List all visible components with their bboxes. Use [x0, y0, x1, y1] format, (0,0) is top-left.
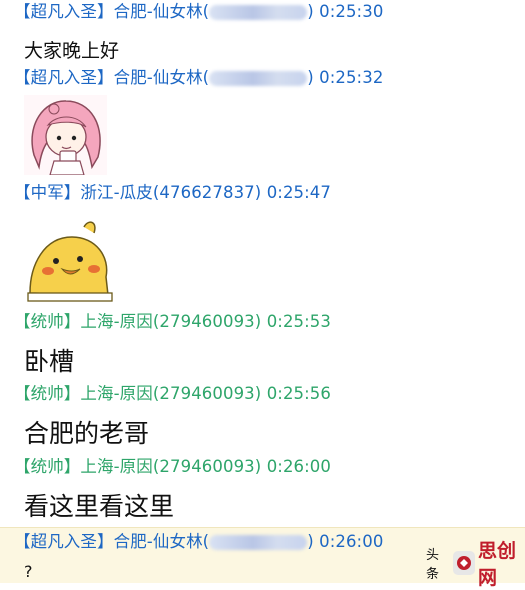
yellow-duck-sticker[interactable] [24, 215, 114, 303]
rank-badge: 【超凡入圣】 [14, 68, 114, 87]
rank-badge: 【统帅】 [14, 384, 81, 403]
sender-name[interactable]: 上海-原因(279460093) [80, 457, 261, 476]
redacted-id [209, 535, 308, 550]
message-text: 卧槽 [24, 347, 75, 376]
message-text: 大家晚上好 [24, 40, 120, 62]
message-header: 【统帅】上海-原因(279460093) 0:25:53 [14, 312, 331, 332]
watermark-source: 头条 [426, 548, 440, 582]
message-header: 【超凡入圣】合肥-仙女林() 0:26:00 [14, 532, 383, 552]
sender-name-end: ) [307, 532, 314, 551]
site-logo-icon [453, 551, 475, 575]
sender-name-end: ) [307, 68, 314, 87]
redacted-id [209, 5, 308, 20]
message-header: 【超凡入圣】合肥-仙女林() 0:25:30 [14, 2, 383, 22]
sender-name-end: ) [307, 2, 314, 21]
sender-name[interactable]: 合肥-仙女林( [114, 532, 210, 551]
rank-badge: 【超凡入圣】 [14, 2, 114, 21]
message-header: 【统帅】上海-原因(279460093) 0:26:00 [14, 457, 331, 477]
rank-badge: 【统帅】 [14, 312, 81, 331]
message-time: 0:26:00 [266, 457, 331, 476]
sender-name[interactable]: 上海-原因(279460093) [80, 312, 261, 331]
chat-log: 【超凡入圣】合肥-仙女林() 0:25:30 大家晚上好 【超凡入圣】合肥-仙女… [0, 0, 525, 589]
watermark: 头条 思创网 [426, 540, 525, 589]
pink-hair-girl-sticker[interactable] [24, 95, 107, 176]
sender-name[interactable]: 合肥-仙女林( [114, 2, 210, 21]
message-text: ? [24, 562, 33, 581]
sender-name[interactable]: 合肥-仙女林( [114, 68, 210, 87]
message-header: 【超凡入圣】合肥-仙女林() 0:25:32 [14, 68, 383, 88]
message-time: 0:25:47 [266, 183, 331, 202]
message-time: 0:26:00 [319, 532, 384, 551]
message-text: 合肥的老哥 [24, 419, 150, 448]
message-header: 【统帅】上海-原因(279460093) 0:25:56 [14, 384, 331, 404]
redacted-id [209, 71, 308, 86]
sender-name[interactable]: 浙江-瓜皮(476627837) [80, 183, 261, 202]
rank-badge: 【统帅】 [14, 457, 81, 476]
message-header: 【中军】浙江-瓜皮(476627837) 0:25:47 [14, 183, 331, 203]
rank-badge: 【超凡入圣】 [14, 532, 114, 551]
message-time: 0:25:56 [266, 384, 331, 403]
message-time: 0:25:32 [319, 68, 384, 87]
message-text: 看这里看这里 [24, 492, 175, 521]
rank-badge: 【中军】 [14, 183, 81, 202]
message-time: 0:25:30 [319, 2, 384, 21]
sender-name[interactable]: 上海-原因(279460093) [80, 384, 261, 403]
message-time: 0:25:53 [266, 312, 331, 331]
